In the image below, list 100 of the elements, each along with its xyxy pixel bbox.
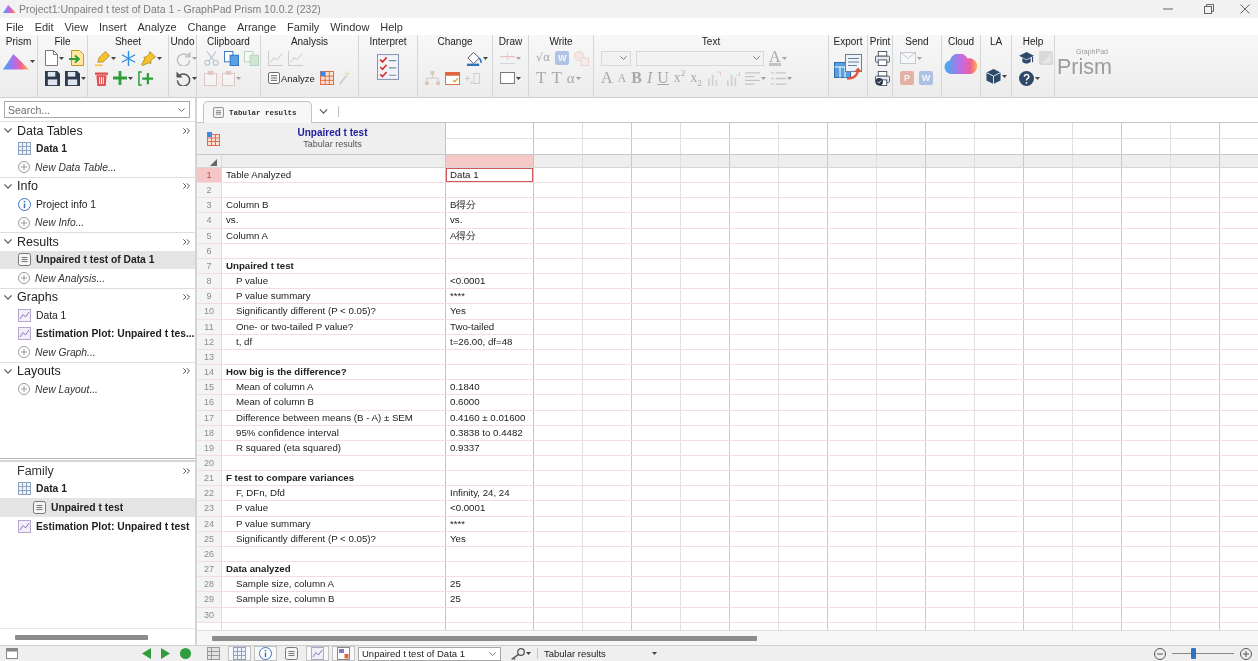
double-chevron-icon[interactable] bbox=[183, 467, 190, 474]
navigator-item[interactable]: New Data Table... bbox=[0, 158, 195, 177]
cloud-icon[interactable] bbox=[944, 54, 978, 74]
navigator-item[interactable]: New Graph... bbox=[0, 343, 195, 362]
zoom-out-icon[interactable] bbox=[1154, 647, 1166, 660]
navigator-item[interactable]: New Analysis... bbox=[0, 269, 195, 288]
document-icon[interactable] bbox=[45, 50, 58, 66]
menu-item[interactable]: Help bbox=[380, 20, 403, 33]
navigator-item[interactable]: Unpaired t test bbox=[0, 498, 195, 517]
chevron-icon[interactable] bbox=[4, 128, 12, 134]
navigator-item[interactable]: New Info... bbox=[0, 213, 195, 232]
rectangle-icon[interactable] bbox=[500, 72, 515, 84]
grid-icon[interactable] bbox=[319, 71, 334, 85]
bracket-plus-icon[interactable] bbox=[138, 70, 153, 86]
caret-icon[interactable] bbox=[652, 652, 657, 655]
close-icon[interactable] bbox=[1240, 4, 1250, 14]
section-header[interactable]: Info bbox=[17, 179, 183, 194]
view-dropdown[interactable]: Tabular results bbox=[537, 648, 659, 659]
chevron-icon[interactable] bbox=[319, 109, 328, 114]
paint-bucket-icon[interactable] bbox=[467, 50, 482, 66]
double-chevron-icon[interactable] bbox=[183, 294, 190, 301]
chevron-icon[interactable] bbox=[4, 368, 12, 374]
caret-icon[interactable] bbox=[192, 76, 197, 80]
graph-icon[interactable] bbox=[306, 646, 329, 661]
chevron-icon[interactable] bbox=[4, 239, 12, 245]
section-header[interactable]: Data Tables bbox=[17, 123, 183, 138]
caret-icon[interactable] bbox=[1001, 75, 1007, 78]
printer-icon[interactable] bbox=[875, 50, 890, 66]
navigator-item[interactable]: Unpaired t test of Data 1 bbox=[0, 250, 195, 269]
table-icon bbox=[18, 482, 31, 495]
double-chevron-icon[interactable] bbox=[183, 238, 190, 245]
caret-icon[interactable] bbox=[178, 107, 185, 112]
section-header[interactable]: Layouts bbox=[17, 364, 183, 379]
menu-item[interactable]: Window bbox=[330, 20, 370, 33]
navigator-item[interactable]: Estimation Plot: Unpaired t test bbox=[0, 517, 195, 536]
trash-icon[interactable] bbox=[95, 70, 108, 86]
menu-item[interactable]: Arrange bbox=[236, 20, 277, 33]
section-header[interactable]: Results bbox=[17, 234, 183, 249]
key-icon[interactable] bbox=[511, 647, 525, 660]
undo-icon[interactable] bbox=[176, 70, 191, 86]
menu-item[interactable]: View bbox=[64, 20, 89, 33]
caret-icon[interactable] bbox=[1035, 76, 1040, 80]
circle-icon[interactable] bbox=[180, 648, 191, 659]
navigator-item[interactable]: Data 1 bbox=[0, 139, 195, 158]
analyze-button[interactable]: Analyze bbox=[268, 70, 315, 86]
search-field[interactable]: Search... bbox=[4, 101, 190, 118]
printer-check-icon[interactable] bbox=[875, 70, 890, 86]
marker-icon[interactable] bbox=[95, 50, 110, 66]
group-label: Text bbox=[700, 35, 722, 48]
row-number: 22 bbox=[197, 486, 222, 501]
caret-icon[interactable] bbox=[489, 651, 496, 656]
table-icon[interactable] bbox=[228, 646, 251, 661]
restore-icon[interactable] bbox=[1204, 4, 1214, 14]
caret-icon[interactable] bbox=[59, 56, 64, 60]
caret-icon[interactable] bbox=[516, 76, 521, 80]
checklist-icon[interactable] bbox=[377, 54, 399, 80]
help-icon[interactable] bbox=[1019, 70, 1034, 86]
sheet-dropdown[interactable]: Unpaired t test of Data 1 bbox=[358, 646, 501, 661]
zoom-slider[interactable] bbox=[1172, 648, 1234, 659]
menu-item[interactable]: Insert bbox=[99, 20, 127, 33]
caret-icon[interactable] bbox=[29, 60, 35, 64]
caret-icon[interactable] bbox=[157, 56, 162, 60]
menu-item[interactable]: Edit bbox=[34, 20, 54, 33]
window-icon[interactable] bbox=[445, 71, 460, 85]
double-chevron-icon[interactable] bbox=[183, 368, 190, 375]
caret-icon[interactable] bbox=[128, 76, 133, 80]
section-header[interactable]: Graphs bbox=[17, 290, 183, 305]
navigator-item[interactable]: Project info 1 bbox=[0, 195, 195, 214]
caret-icon[interactable] bbox=[526, 652, 531, 655]
triangle-icon[interactable] bbox=[210, 159, 217, 166]
navigator-item[interactable]: Data 1 bbox=[0, 479, 195, 498]
navigator-item[interactable]: Data 1 bbox=[0, 306, 195, 325]
layout-icon[interactable] bbox=[332, 646, 355, 661]
forward-icon[interactable] bbox=[161, 648, 170, 659]
navigator-item[interactable]: New Layout... bbox=[0, 380, 195, 399]
table-cell: Column B bbox=[222, 198, 446, 213]
caret-icon[interactable] bbox=[81, 76, 86, 80]
menu-item[interactable]: File bbox=[6, 20, 24, 33]
back-icon[interactable] bbox=[142, 648, 151, 659]
panel-icon[interactable] bbox=[6, 648, 18, 659]
snowflake-icon[interactable] bbox=[121, 50, 136, 66]
menu-item[interactable]: Change bbox=[187, 20, 226, 33]
menu-item[interactable]: Family bbox=[286, 20, 320, 33]
chevron-icon[interactable] bbox=[4, 294, 12, 300]
navigator-item[interactable]: Estimation Plot: Unpaired t tes... bbox=[0, 324, 195, 343]
caret-icon[interactable] bbox=[483, 56, 488, 60]
double-chevron-icon[interactable] bbox=[183, 127, 190, 134]
cube-icon[interactable] bbox=[985, 69, 1001, 84]
menu-item[interactable]: Analyze bbox=[137, 20, 177, 33]
double-chevron-icon[interactable] bbox=[183, 183, 190, 190]
table-arrow-icon[interactable] bbox=[834, 54, 862, 80]
zoom-in-icon[interactable] bbox=[1240, 647, 1252, 660]
copy-icon[interactable] bbox=[224, 50, 239, 66]
scrollbar-thumb[interactable] bbox=[15, 634, 148, 640]
scrollbar-thumb[interactable] bbox=[212, 635, 757, 641]
mortarboard-icon[interactable] bbox=[1019, 51, 1034, 65]
chevron-icon[interactable] bbox=[4, 183, 12, 189]
slider-thumb[interactable] bbox=[1191, 648, 1197, 659]
caret-icon[interactable] bbox=[111, 56, 116, 60]
info-icon[interactable] bbox=[254, 646, 277, 661]
